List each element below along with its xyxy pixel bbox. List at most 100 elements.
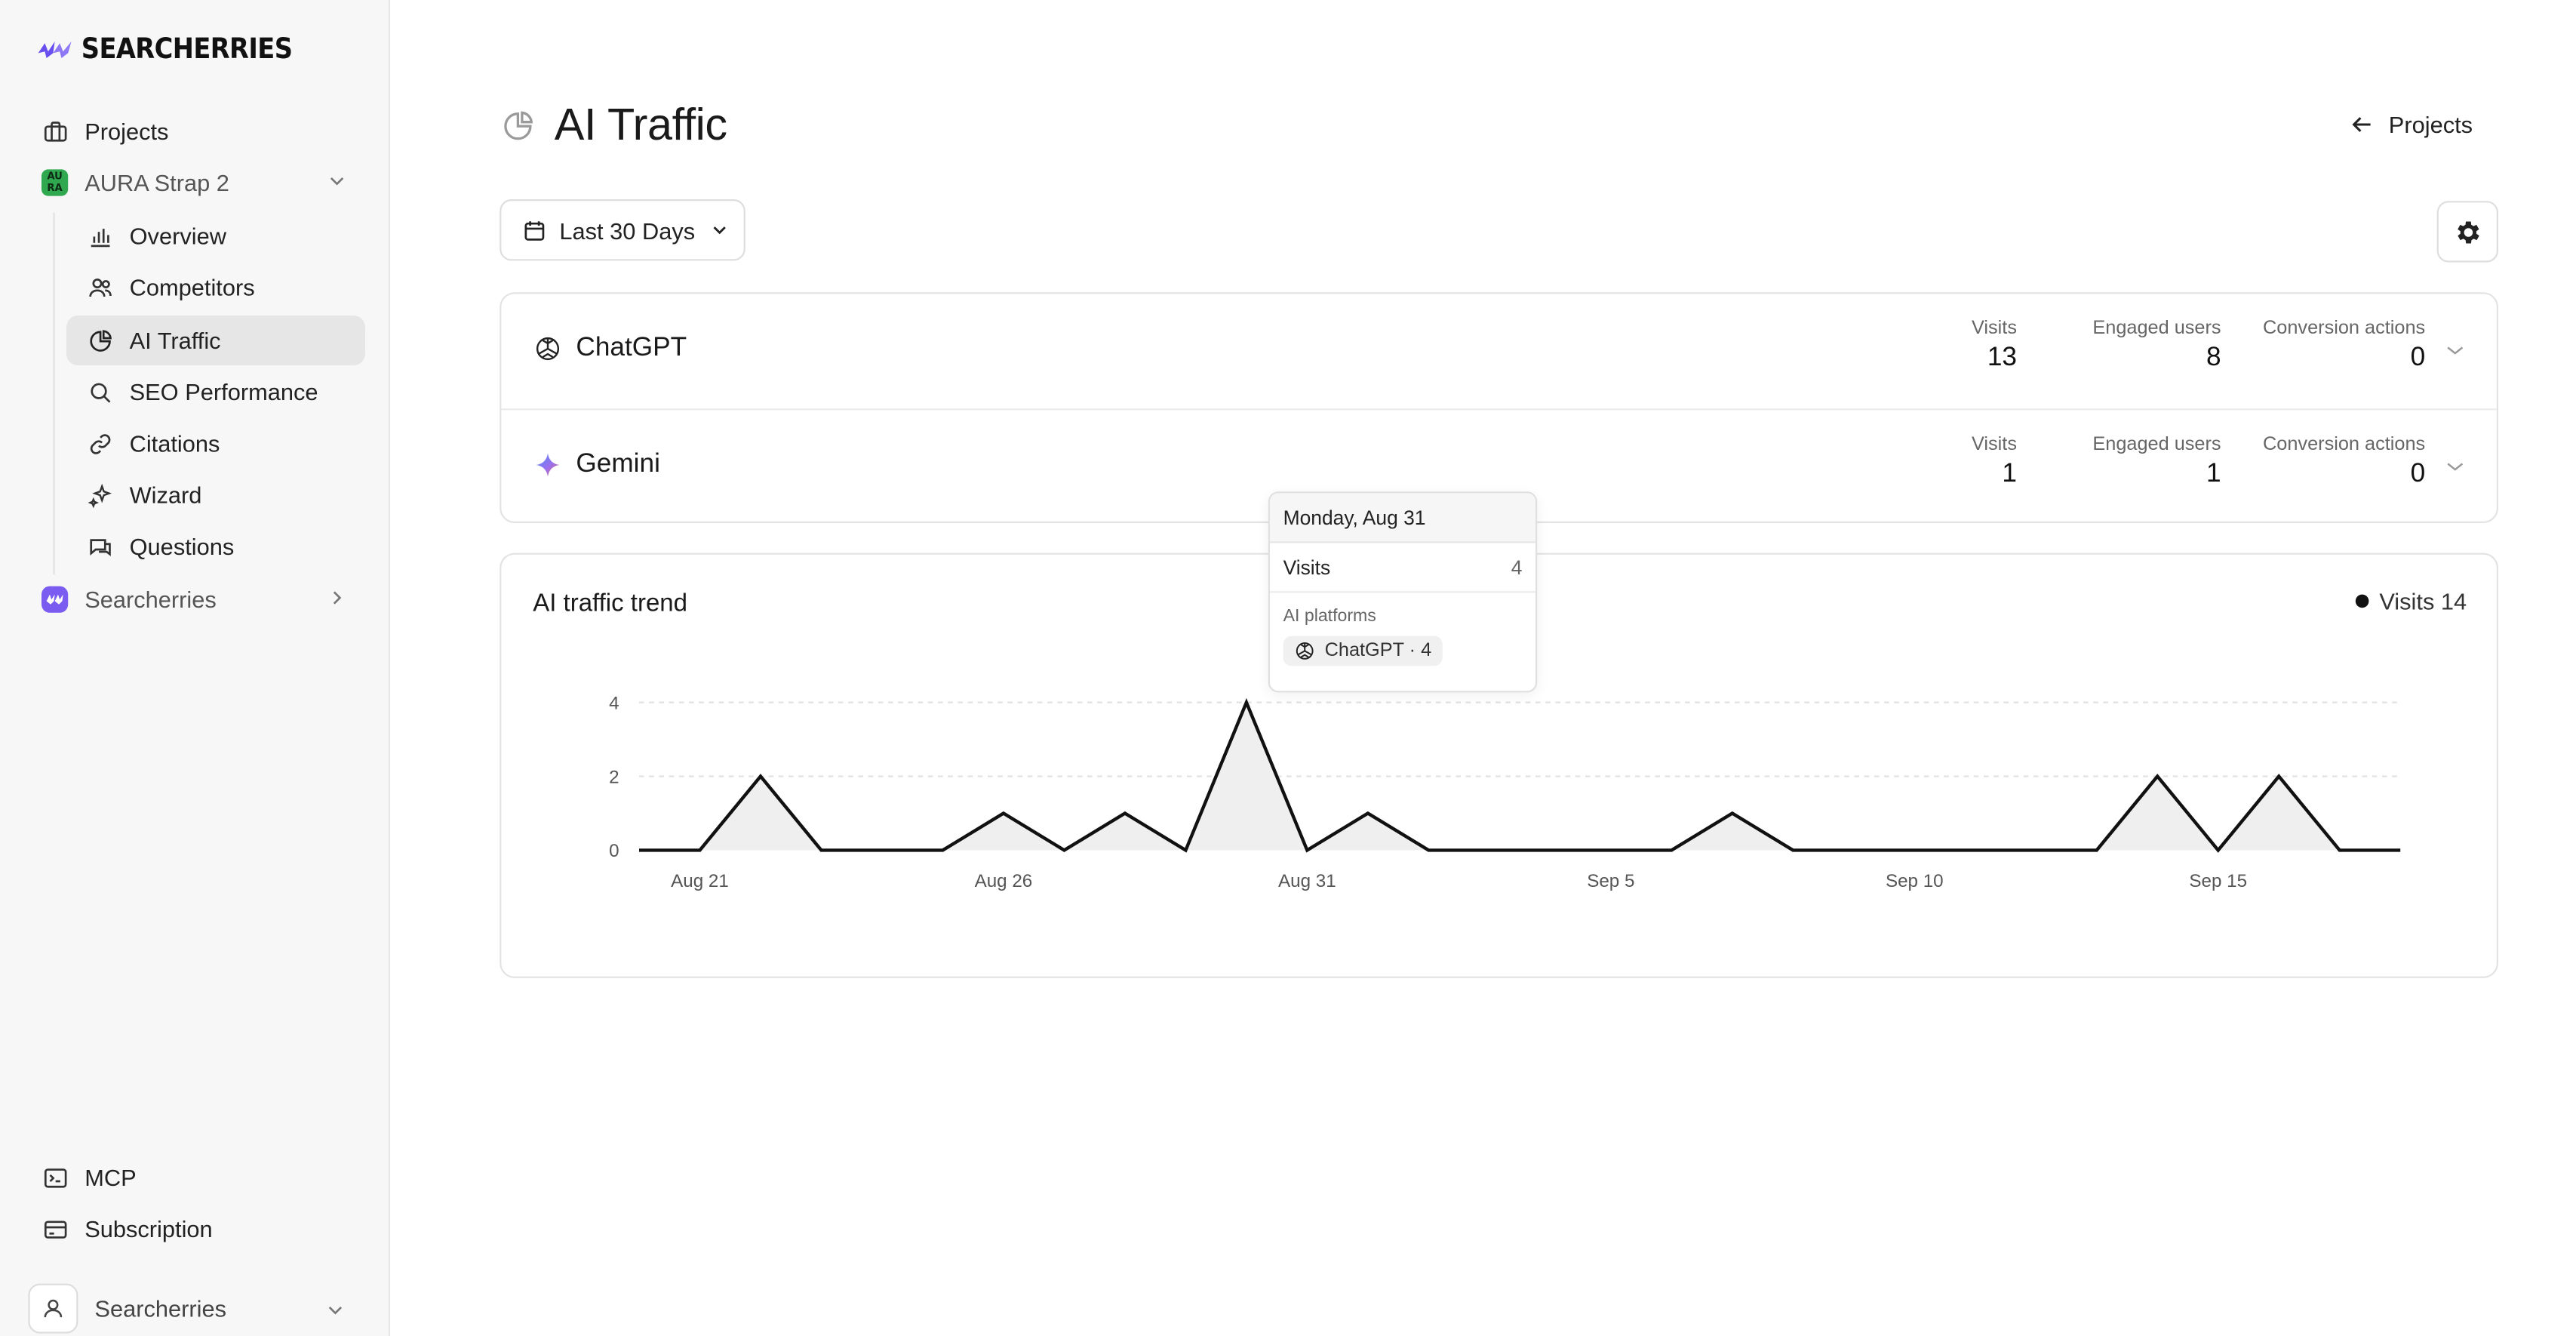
openai-icon: [536, 337, 560, 361]
platform-name: ChatGPT: [576, 334, 687, 362]
metric-value: 0: [2410, 343, 2426, 372]
brand-logo[interactable]: SEARCHERRIES: [36, 33, 315, 66]
openai-icon: [1296, 642, 1314, 660]
user-icon: [44, 1299, 63, 1318]
project-badge: AU RA: [41, 169, 69, 196]
metric-label: Visits: [1971, 435, 2017, 455]
bar-chart-icon: [86, 223, 112, 249]
metric-label: Conversion actions: [2263, 319, 2426, 339]
tooltip-platform-pill: ChatGPT · 4: [1283, 636, 1443, 666]
project-name: AURA Strap 2: [85, 169, 229, 196]
sparkles-icon: [86, 482, 112, 508]
sidebar-item-subscription[interactable]: Subscription: [41, 1204, 365, 1254]
metric-value: 8: [2206, 343, 2221, 372]
brand-name: SEARCHERRIES: [81, 33, 293, 66]
user-menu[interactable]: Searcherries: [28, 1282, 360, 1334]
back-label: Projects: [2388, 111, 2473, 138]
metric-value: 13: [1987, 343, 2017, 372]
sidebar-item-overview[interactable]: Overview: [66, 211, 365, 260]
platform-row-chatgpt[interactable]: ChatGPT Visits 13 Engaged users 8 Conver…: [501, 294, 2496, 408]
sidebar-item-label: Questions: [129, 533, 235, 560]
date-range-select[interactable]: Last 30 Days: [500, 199, 745, 261]
brand-logo-icon: [38, 42, 72, 58]
page-header: AI Traffic: [501, 100, 727, 151]
page-title: AI Traffic: [554, 100, 727, 149]
briefcase-icon: [41, 118, 68, 144]
sidebar-item-label: Subscription: [85, 1215, 213, 1242]
tooltip-metric-row: Visits 4: [1270, 543, 1535, 593]
sidebar-item-competitors[interactable]: Competitors: [66, 263, 365, 312]
sidebar-item-label: Overview: [129, 222, 226, 249]
x-tick-label: Sep 10: [1886, 871, 1944, 891]
settings-button[interactable]: [2436, 201, 2498, 263]
engaged-users-metric: Engaged users 8: [2092, 319, 2221, 374]
user-avatar: [28, 1283, 78, 1334]
gemini-icon: [536, 453, 560, 477]
chart-tooltip: Monday, Aug 31 Visits 4 AI platforms Cha…: [1268, 491, 1538, 693]
x-tick-label: Aug 26: [975, 871, 1033, 891]
sidebar-item-ai-traffic[interactable]: AI Traffic: [66, 316, 365, 365]
back-to-projects-link[interactable]: Projects: [2349, 106, 2473, 143]
metric-value: 1: [2206, 460, 2221, 488]
platform-breakdown: ChatGPT Visits 13 Engaged users 8 Conver…: [500, 292, 2499, 523]
chevron-right-icon: [333, 591, 342, 605]
gear-icon: [2457, 220, 2479, 243]
searcherries-badge-icon: [41, 586, 69, 613]
users-icon: [86, 274, 112, 300]
sidebar-item-wizard[interactable]: Wizard: [66, 470, 365, 520]
visits-metric: Visits 1: [1972, 435, 2017, 490]
arrow-left-icon: [2352, 117, 2371, 132]
metric-label: Visits: [1971, 319, 2017, 339]
metric-label: Engaged users: [2092, 435, 2221, 455]
credit-card-icon: [41, 1215, 68, 1242]
sidebar-project-searcherries[interactable]: Searcherries: [41, 574, 365, 624]
chevron-down-icon: [712, 226, 726, 235]
conversion-actions-metric: Conversion actions 0: [2263, 319, 2425, 374]
sidebar-item-mcp[interactable]: MCP: [41, 1153, 365, 1202]
chevron-down-icon[interactable]: [2443, 339, 2467, 362]
tooltip-section-label: AI platforms: [1283, 606, 1376, 626]
sidebar-item-label: Wizard: [129, 482, 202, 509]
y-tick-label: 2: [609, 767, 619, 787]
sidebar-item-label: Projects: [85, 118, 169, 145]
metric-label: Conversion actions: [2263, 435, 2426, 455]
tooltip-date: Monday, Aug 31: [1270, 493, 1535, 543]
sidebar: SEARCHERRIES Projects AU RA AURA Strap 2 …: [0, 0, 390, 1336]
date-range-value: Last 30 Days: [559, 217, 696, 244]
sidebar-item-projects[interactable]: Projects: [41, 106, 365, 156]
sidebar-tree-line: [53, 212, 55, 575]
metric-value: 1: [2002, 460, 2017, 488]
chevron-down-icon: [328, 1306, 343, 1315]
calendar-icon: [524, 220, 545, 240]
pie-chart-icon: [504, 110, 533, 140]
search-icon: [86, 379, 112, 405]
sidebar-item-citations[interactable]: Citations: [66, 418, 365, 468]
platform-name: Gemini: [576, 450, 660, 479]
sidebar-item-label: SEO Performance: [129, 378, 318, 405]
project-avatar: AU RA: [41, 169, 69, 196]
tooltip-pill-label: ChatGPT · 4: [1324, 641, 1432, 661]
visits-metric: Visits 13: [1972, 319, 2017, 374]
tooltip-metric-label: Visits: [1283, 556, 1331, 580]
metric-value: 0: [2410, 460, 2426, 488]
pie-chart-icon: [86, 327, 112, 353]
sidebar-item-label: Citations: [129, 429, 220, 457]
x-tick-label: Sep 5: [1587, 871, 1634, 891]
chevron-down-icon[interactable]: [2443, 455, 2467, 479]
x-tick-label: Aug 21: [671, 871, 729, 891]
link-icon: [86, 430, 112, 457]
y-tick-label: 4: [609, 693, 619, 713]
metric-label: Engaged users: [2092, 319, 2221, 339]
chat-icon: [86, 533, 112, 559]
terminal-icon: [41, 1164, 68, 1190]
sidebar-item-seo-performance[interactable]: SEO Performance: [66, 367, 365, 417]
x-tick-label: Sep 15: [2189, 871, 2247, 891]
y-tick-label: 0: [609, 841, 619, 861]
tooltip-metric-value: 4: [1511, 556, 1523, 580]
engaged-users-metric: Engaged users 1: [2092, 435, 2221, 490]
sidebar-item-questions[interactable]: Questions: [66, 522, 365, 571]
sidebar-project-aura[interactable]: AU RA AURA Strap 2: [41, 158, 365, 208]
sidebar-item-label: MCP: [85, 1164, 137, 1191]
conversion-actions-metric: Conversion actions 0: [2263, 435, 2425, 490]
x-tick-label: Aug 31: [1278, 871, 1336, 891]
